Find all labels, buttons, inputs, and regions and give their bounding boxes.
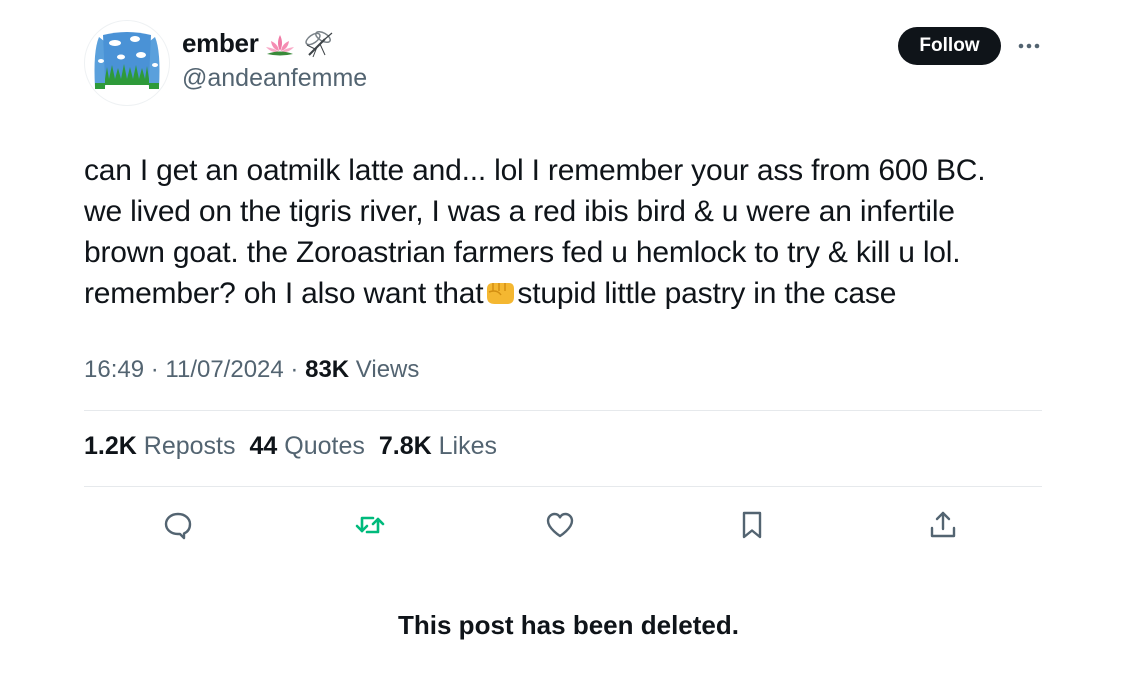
likes-count: 7.8K bbox=[378, 432, 432, 460]
repost-icon bbox=[355, 516, 385, 534]
bookmark-icon bbox=[742, 511, 762, 539]
more-icon[interactable] bbox=[1014, 36, 1044, 56]
avatar[interactable] bbox=[84, 20, 170, 106]
views-label: Views bbox=[355, 356, 420, 383]
reposts-label: Reposts bbox=[143, 432, 236, 460]
sweater-icon bbox=[94, 32, 160, 89]
display-name-text: ember bbox=[182, 28, 259, 58]
tweet-date[interactable]: 11/07/2024 bbox=[165, 356, 283, 383]
deleted-post-notice: This post has been deleted. bbox=[398, 610, 739, 640]
tweet-text-part-2: stupid little pastry in the case bbox=[517, 277, 897, 310]
divider bbox=[84, 486, 1042, 487]
repost-button[interactable] bbox=[353, 508, 387, 542]
share-button[interactable] bbox=[926, 508, 960, 542]
quotes-label: Quotes bbox=[284, 432, 365, 460]
meta-separator: · bbox=[150, 356, 159, 383]
like-button[interactable] bbox=[543, 508, 577, 542]
user-handle[interactable]: @andeanfemme bbox=[182, 64, 367, 93]
follow-button[interactable]: Follow bbox=[898, 27, 1001, 65]
likes-label: Likes bbox=[438, 432, 497, 460]
tweet-meta: 16:49 · 11/07/2024 · 83K Views bbox=[84, 356, 419, 384]
reply-icon bbox=[164, 512, 192, 540]
views-count: 83K bbox=[305, 356, 350, 383]
bookmark-button[interactable] bbox=[735, 508, 769, 542]
share-icon bbox=[930, 511, 956, 538]
meta-separator: · bbox=[290, 356, 299, 383]
lotus-emoji bbox=[265, 34, 294, 55]
quotes-stat[interactable]: 44 Quotes bbox=[249, 432, 364, 461]
tweet-time[interactable]: 16:49 bbox=[84, 356, 144, 383]
mosquito-emoji bbox=[304, 30, 332, 57]
engagement-stats: 1.2K Reposts 44 Quotes 7.8K Likes bbox=[84, 432, 511, 461]
divider bbox=[84, 410, 1042, 411]
cropped-header-fragment bbox=[220, 0, 280, 4]
display-name[interactable]: ember bbox=[182, 28, 335, 59]
fist-emoji bbox=[487, 283, 515, 304]
reply-button[interactable] bbox=[161, 508, 195, 542]
reposts-stat[interactable]: 1.2K Reposts bbox=[84, 432, 235, 461]
tweet-text: can I get an oatmilk latte and... lol I … bbox=[84, 150, 1064, 314]
quotes-count: 44 bbox=[249, 432, 278, 460]
like-icon bbox=[546, 512, 574, 538]
likes-stat[interactable]: 7.8K Likes bbox=[379, 432, 497, 461]
reposts-count: 1.2K bbox=[84, 432, 137, 460]
